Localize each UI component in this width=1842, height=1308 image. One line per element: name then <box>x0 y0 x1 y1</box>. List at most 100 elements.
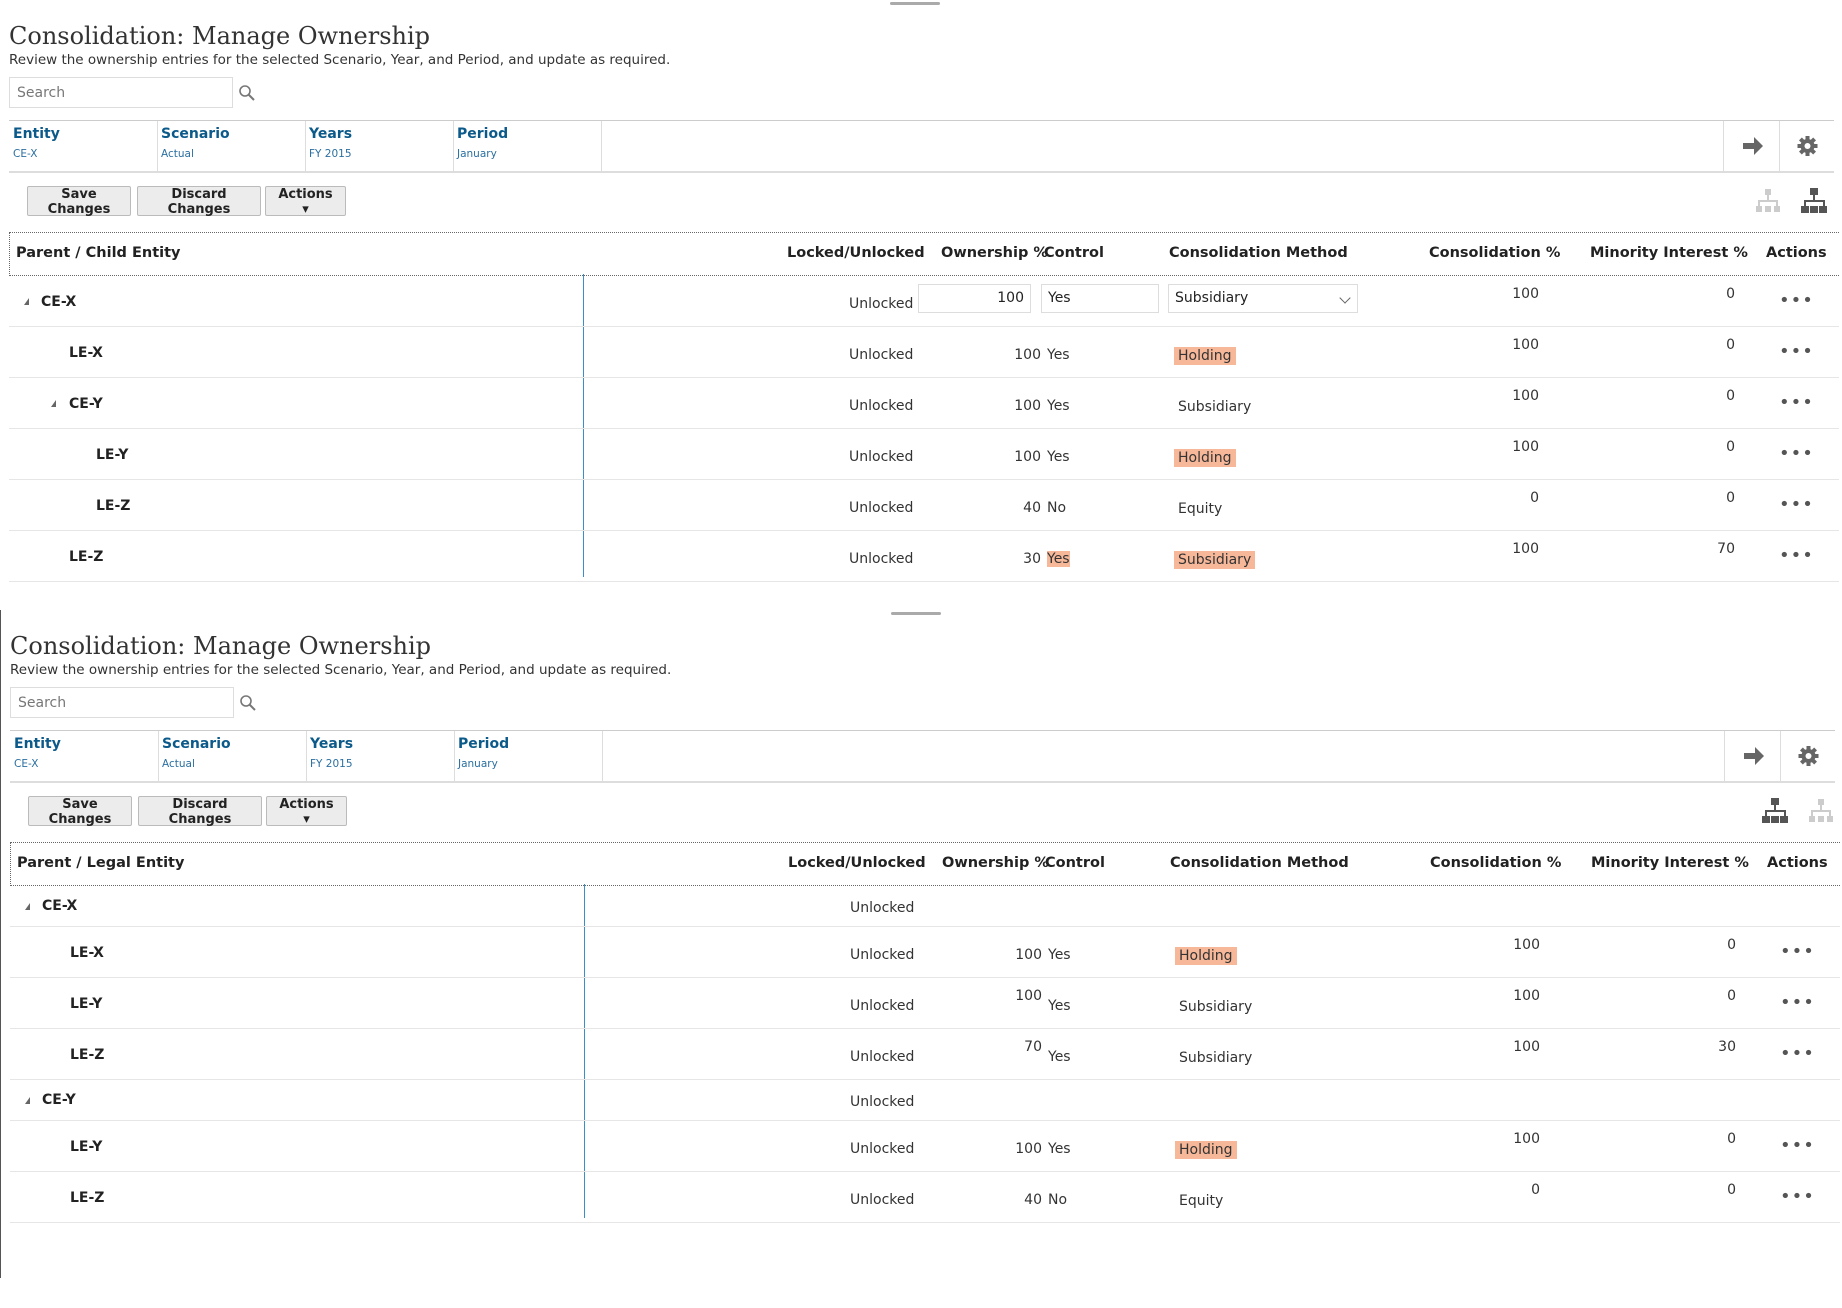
table-row[interactable]: LE-Z Unlocked 70 Yes Subsidiary 100 30 •… <box>10 1029 1840 1080</box>
search-icon[interactable] <box>239 694 257 712</box>
pov-entity[interactable]: Entity CE-X <box>10 731 159 781</box>
ownership-pct[interactable]: 100 <box>881 449 1041 465</box>
ownership-pct[interactable]: 100 <box>882 988 1042 1004</box>
collapse-triangle-icon[interactable] <box>25 903 30 910</box>
col-control[interactable]: Control <box>1045 855 1105 871</box>
method-value[interactable]: Holding <box>1174 449 1236 467</box>
control-value[interactable]: No <box>1047 500 1066 516</box>
pov-entity[interactable]: Entity CE-X <box>9 121 158 171</box>
search-input[interactable] <box>10 687 234 718</box>
splitter-handle[interactable] <box>890 2 940 5</box>
more-horizontal-icon[interactable]: ••• <box>1780 1186 1815 1207</box>
method-value[interactable]: Subsidiary <box>1174 551 1256 569</box>
search-input[interactable] <box>9 77 233 108</box>
collapse-triangle-icon[interactable] <box>24 298 29 305</box>
col-locked[interactable]: Locked/Unlocked <box>788 855 926 871</box>
pov-scenario[interactable]: Scenario Actual <box>158 731 307 781</box>
more-horizontal-icon[interactable]: ••• <box>1779 545 1814 566</box>
control-value[interactable]: Yes <box>1047 347 1070 363</box>
method-value[interactable]: Subsidiary <box>1174 398 1255 416</box>
table-row[interactable]: CE-Y Unlocked 100 Yes Subsidiary 100 0 •… <box>9 378 1839 429</box>
more-horizontal-icon[interactable]: ••• <box>1780 1135 1815 1156</box>
method-select[interactable]: Subsidiary <box>1168 284 1358 313</box>
table-row[interactable]: LE-X Unlocked 100 Yes Holding 100 0 ••• <box>9 327 1839 378</box>
more-horizontal-icon[interactable]: ••• <box>1780 1043 1815 1064</box>
pov-settings-button[interactable] <box>1780 731 1836 781</box>
table-row[interactable]: CE-X Unlocked <box>10 886 1840 927</box>
table-row[interactable]: CE-Y Unlocked <box>10 1080 1840 1121</box>
pov-go-button[interactable] <box>1723 121 1780 171</box>
control-value[interactable]: Yes <box>1047 398 1070 414</box>
col-ownership[interactable]: Ownership % <box>942 855 1049 871</box>
pov-years[interactable]: Years FY 2015 <box>306 731 455 781</box>
col-control[interactable]: Control <box>1044 245 1104 261</box>
table-row[interactable]: LE-Y Unlocked 100 Yes Holding 100 0 ••• <box>10 1121 1840 1172</box>
method-value[interactable]: Subsidiary <box>1175 1049 1256 1067</box>
table-row[interactable]: LE-Y Unlocked 100 Yes Subsidiary 100 0 •… <box>10 978 1840 1029</box>
hierarchy-icon[interactable] <box>1806 796 1836 826</box>
control-value[interactable]: No <box>1048 1192 1067 1208</box>
control-value[interactable]: Yes <box>1047 449 1070 465</box>
col-entity[interactable]: Parent / Legal Entity <box>17 855 184 871</box>
col-method[interactable]: Consolidation Method <box>1170 855 1349 871</box>
actions-menu-button[interactable]: Actions ▾ <box>265 186 346 217</box>
method-value[interactable]: Holding <box>1175 947 1237 965</box>
more-horizontal-icon[interactable]: ••• <box>1780 992 1815 1013</box>
discard-changes-button[interactable]: Discard Changes <box>138 796 262 827</box>
save-changes-button[interactable]: Save Changes <box>27 186 131 217</box>
ownership-pct[interactable]: 100 <box>881 347 1041 363</box>
control-input[interactable]: Yes <box>1041 284 1159 313</box>
collapse-triangle-icon[interactable] <box>51 400 56 407</box>
method-value[interactable]: Holding <box>1175 1141 1237 1159</box>
control-value[interactable]: Yes <box>1047 551 1070 567</box>
table-row[interactable]: LE-Z Unlocked 40 No Equity 0 0 ••• <box>9 480 1839 531</box>
hierarchy-icon[interactable] <box>1760 796 1790 826</box>
splitter-handle[interactable] <box>891 612 941 615</box>
control-value[interactable]: Yes <box>1048 1049 1071 1065</box>
more-horizontal-icon[interactable]: ••• <box>1780 941 1815 962</box>
method-value[interactable]: Equity <box>1174 500 1226 518</box>
hierarchy-icon[interactable] <box>1753 186 1783 216</box>
ownership-pct[interactable]: 40 <box>881 500 1041 516</box>
discard-changes-button[interactable]: Discard Changes <box>137 186 261 217</box>
method-value[interactable]: Equity <box>1175 1192 1227 1210</box>
method-value[interactable]: Subsidiary <box>1175 998 1256 1016</box>
control-value[interactable]: Yes <box>1048 947 1071 963</box>
col-minority[interactable]: Minority Interest % <box>1590 245 1748 261</box>
ownership-pct[interactable]: 40 <box>882 1192 1042 1208</box>
col-minority[interactable]: Minority Interest % <box>1591 855 1749 871</box>
more-horizontal-icon[interactable]: ••• <box>1779 443 1814 464</box>
table-row[interactable]: LE-X Unlocked 100 Yes Holding 100 0 ••• <box>10 927 1840 978</box>
pov-scenario[interactable]: Scenario Actual <box>157 121 306 171</box>
ownership-pct[interactable]: 100 <box>881 398 1041 414</box>
col-method[interactable]: Consolidation Method <box>1169 245 1348 261</box>
more-horizontal-icon[interactable]: ••• <box>1779 290 1814 311</box>
col-entity[interactable]: Parent / Child Entity <box>16 245 181 261</box>
search-icon[interactable] <box>238 84 256 102</box>
pov-period[interactable]: Period January <box>453 121 602 171</box>
pov-period[interactable]: Period January <box>454 731 603 781</box>
ownership-pct[interactable]: 30 <box>881 551 1041 567</box>
control-value[interactable]: Yes <box>1048 1141 1071 1157</box>
table-row[interactable]: CE-X Unlocked 100 Yes Subsidiary 100 0 •… <box>9 276 1839 327</box>
ownership-pct[interactable]: 70 <box>882 1039 1042 1055</box>
col-consolidation[interactable]: Consolidation % <box>1430 855 1561 871</box>
method-value[interactable]: Holding <box>1174 347 1236 365</box>
save-changes-button[interactable]: Save Changes <box>28 796 132 827</box>
pov-settings-button[interactable] <box>1779 121 1835 171</box>
table-row[interactable]: LE-Z Unlocked 30 Yes Subsidiary 100 70 •… <box>9 531 1839 582</box>
more-horizontal-icon[interactable]: ••• <box>1779 392 1814 413</box>
actions-menu-button[interactable]: Actions ▾ <box>266 796 347 827</box>
table-row[interactable]: LE-Z Unlocked 40 No Equity 0 0 ••• <box>10 1172 1840 1223</box>
table-row[interactable]: LE-Y Unlocked 100 Yes Holding 100 0 ••• <box>9 429 1839 480</box>
ownership-pct[interactable]: 100 <box>882 1141 1042 1157</box>
hierarchy-icon[interactable] <box>1799 186 1829 216</box>
col-locked[interactable]: Locked/Unlocked <box>787 245 925 261</box>
more-horizontal-icon[interactable]: ••• <box>1779 494 1814 515</box>
collapse-triangle-icon[interactable] <box>25 1097 30 1104</box>
ownership-pct[interactable]: 100 <box>882 947 1042 963</box>
more-horizontal-icon[interactable]: ••• <box>1779 341 1814 362</box>
ownership-input[interactable]: 100 <box>918 284 1031 313</box>
control-value[interactable]: Yes <box>1048 998 1071 1014</box>
pov-years[interactable]: Years FY 2015 <box>305 121 454 171</box>
